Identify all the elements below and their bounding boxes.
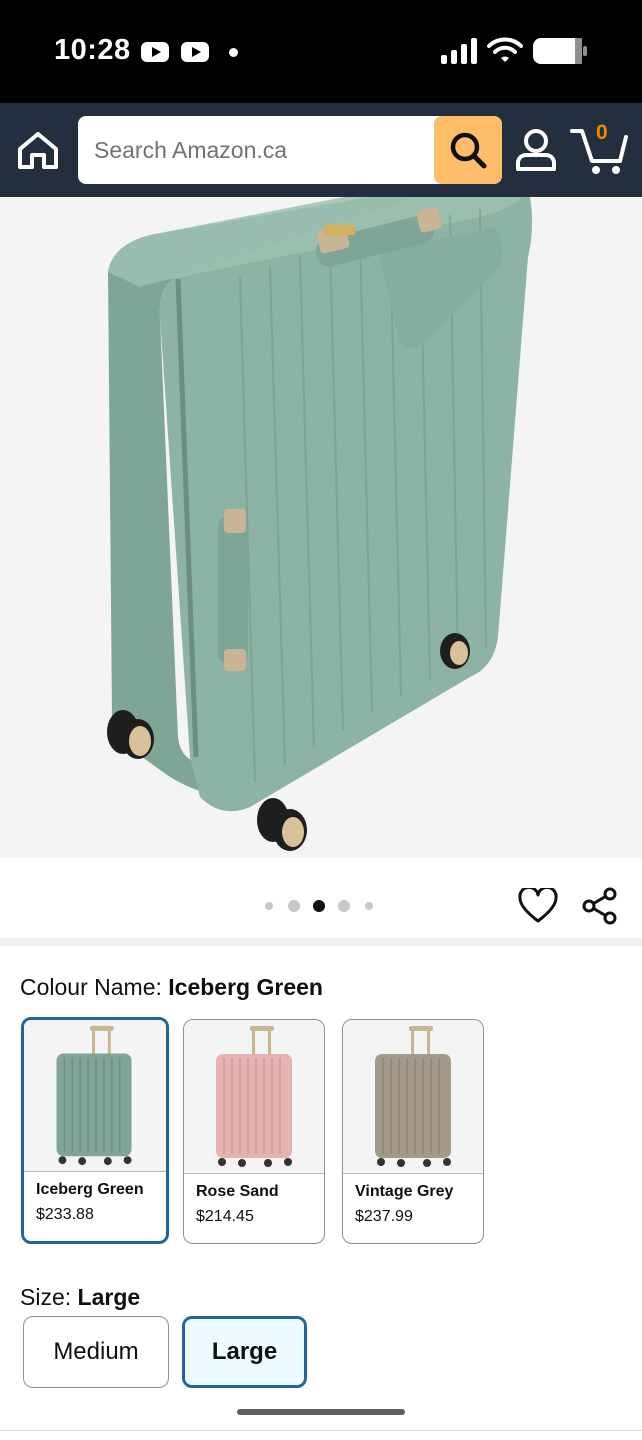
colour-label-text: Colour Name: (20, 974, 162, 1000)
colour-swatch-vintage-grey[interactable]: Vintage Grey $237.99 (342, 1019, 484, 1244)
suitcase-thumbnail (56, 1025, 132, 1166)
swatch-name: Vintage Grey (355, 1183, 454, 1200)
size-option-large[interactable]: Large (182, 1316, 307, 1388)
size-selected-value: Large (77, 1284, 141, 1310)
swatch-name: Iceberg Green (36, 1181, 144, 1198)
status-bar: 10:28 (0, 0, 642, 103)
carousel-dot[interactable] (288, 900, 300, 912)
share-icon[interactable] (580, 886, 620, 926)
colour-swatch-iceberg-green[interactable]: Iceberg Green $233.88 (21, 1017, 169, 1244)
dot-icon (229, 48, 238, 57)
suitcase-image (107, 197, 533, 851)
search-input[interactable] (78, 116, 434, 184)
image-controls (0, 858, 642, 940)
size-label: Size: Large (20, 1284, 140, 1311)
wifi-icon (487, 37, 523, 62)
swatch-separator (184, 1173, 324, 1174)
carousel-dot[interactable] (338, 900, 350, 912)
swatch-separator (24, 1171, 166, 1172)
home-indicator[interactable] (237, 1409, 405, 1415)
colour-label: Colour Name: Iceberg Green (20, 974, 323, 1001)
swatch-thumbnail (24, 1020, 166, 1171)
search-icon (450, 132, 487, 169)
colour-selected-value: Iceberg Green (168, 974, 323, 1000)
swatch-price: $214.45 (196, 1208, 254, 1225)
colour-swatch-rose-sand[interactable]: Rose Sand $214.45 (183, 1019, 325, 1244)
product-image[interactable] (0, 197, 642, 858)
signal-icon (441, 38, 477, 64)
carousel-dot[interactable] (365, 902, 373, 910)
swatch-thumbnail (343, 1020, 483, 1173)
battery-icon (533, 38, 587, 64)
section-divider (0, 938, 642, 946)
cart-count: 0 (596, 121, 608, 144)
carousel-dot[interactable] (265, 902, 273, 910)
suitcase-thumbnail (216, 1026, 292, 1167)
suitcase-thumbnail (375, 1026, 451, 1167)
heart-icon[interactable] (518, 888, 558, 924)
size-label-text: Size: (20, 1284, 72, 1310)
status-time: 10:28 (54, 34, 131, 66)
swatch-thumbnail (184, 1020, 324, 1173)
swatch-name: Rose Sand (196, 1183, 279, 1200)
search-box (78, 116, 502, 184)
search-button[interactable] (434, 116, 502, 184)
youtube-icon (141, 42, 169, 62)
carousel-dot[interactable] (313, 900, 325, 912)
swatch-separator (343, 1173, 483, 1174)
swatch-price: $233.88 (36, 1206, 94, 1223)
account-icon[interactable] (514, 127, 558, 173)
header: 0 (0, 103, 642, 197)
size-option-medium[interactable]: Medium (23, 1316, 169, 1388)
swatch-price: $237.99 (355, 1208, 413, 1225)
youtube-icon (181, 42, 209, 62)
bottom-divider (0, 1430, 642, 1431)
home-icon[interactable] (16, 129, 60, 173)
